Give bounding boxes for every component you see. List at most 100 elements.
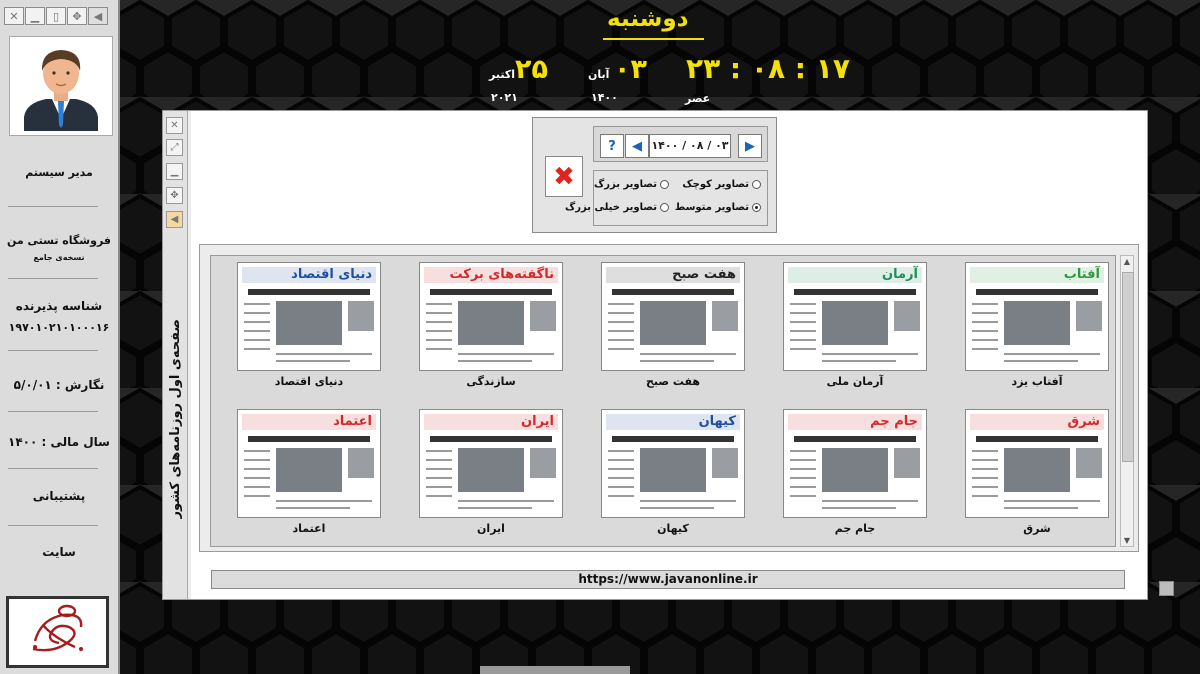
text-line: [972, 339, 998, 341]
site-link[interactable]: سایت: [0, 545, 118, 559]
headline-bar: [794, 436, 916, 442]
text-line: [608, 330, 634, 332]
text-line: [276, 500, 372, 502]
newspaper-card[interactable]: آرمان آرمان ملی: [783, 262, 927, 388]
radio-xlarge[interactable]: [660, 203, 669, 212]
newspaper-card[interactable]: آفتاب آفتاب یزد: [965, 262, 1109, 388]
newspaper-name: سازندگی: [466, 375, 516, 388]
newspaper-thumbnail[interactable]: ناگفته‌های برکت: [419, 262, 563, 371]
greg-year: ۲۰۲۱: [491, 91, 518, 104]
move-icon[interactable]: ✥: [67, 7, 87, 25]
newspaper-thumbnail[interactable]: شرق: [965, 409, 1109, 518]
scroll-thumb[interactable]: [1122, 272, 1134, 462]
scroll-down-icon[interactable]: ▼: [1121, 536, 1133, 545]
text-line: [822, 500, 918, 502]
next-day-button[interactable]: ▶: [738, 134, 762, 158]
masthead: کیهان: [698, 414, 736, 429]
text-line: [790, 312, 816, 314]
play-icon[interactable]: ◀: [88, 7, 108, 25]
text-line: [244, 450, 270, 452]
radio-large[interactable]: [660, 180, 669, 189]
text-line: [790, 339, 816, 341]
newspaper-card[interactable]: اعتماد اعتماد: [237, 409, 381, 535]
move-icon[interactable]: ✥: [166, 187, 183, 204]
text-line: [426, 486, 452, 488]
receiver-id: ۱۹۷۰۱۰۲۱۰۱۰۰۰۱۶: [8, 321, 110, 334]
newspaper-name: کیهان: [657, 522, 689, 535]
maximize-icon[interactable]: ⤢: [166, 139, 183, 156]
close-icon[interactable]: ✕: [166, 117, 183, 134]
headline-bar: [794, 289, 916, 295]
text-line: [426, 330, 452, 332]
newspaper-thumbnail[interactable]: آفتاب: [965, 262, 1109, 371]
support-link[interactable]: پشتیبانی: [0, 489, 118, 503]
headline-bar: [248, 436, 370, 442]
play-icon[interactable]: ◀: [166, 211, 183, 228]
newspaper-card[interactable]: کیهان کیهان: [601, 409, 745, 535]
minimize-icon[interactable]: ▁: [166, 163, 183, 180]
side-photo: [348, 301, 374, 331]
masthead: آرمان: [882, 267, 918, 282]
option-xlarge[interactable]: تصاویر خیلی بزرگ: [565, 202, 669, 213]
date-field[interactable]: ۱۴۰۰ / ۰۸ / ۰۳: [649, 134, 731, 158]
avatar[interactable]: [9, 36, 113, 136]
text-line: [972, 312, 998, 314]
newspaper-thumbnail[interactable]: ایران: [419, 409, 563, 518]
weekday-label: دوشنبه: [607, 6, 689, 32]
text-line: [790, 330, 816, 332]
newspaper-thumbnail[interactable]: هفت صبح: [601, 262, 745, 371]
newspaper-card[interactable]: شرق شرق: [965, 409, 1109, 535]
text-line: [608, 312, 634, 314]
option-xlarge-label: تصاویر خیلی بزرگ: [565, 202, 657, 213]
text-line: [426, 303, 452, 305]
front-page-photo: [276, 301, 342, 345]
option-large[interactable]: تصاویر بزرگ: [594, 179, 669, 190]
newspaper-card[interactable]: جام جم جام جم: [783, 409, 927, 535]
text-line: [972, 450, 998, 452]
newspaper-thumbnail[interactable]: کیهان: [601, 409, 745, 518]
minimize-icon[interactable]: ▁: [25, 7, 45, 25]
close-icon[interactable]: ✕: [4, 7, 24, 25]
newspaper-card[interactable]: ناگفته‌های برکت سازندگی: [419, 262, 563, 388]
newspaper-thumbnail[interactable]: آرمان: [783, 262, 927, 371]
option-small[interactable]: تصاویر کوچک: [682, 179, 761, 190]
text-line: [426, 477, 452, 479]
resize-grip-icon[interactable]: [1159, 581, 1174, 596]
newspaper-card[interactable]: ایران ایران: [419, 409, 563, 535]
front-page-photo: [640, 301, 706, 345]
close-x-icon: ✖: [553, 161, 575, 192]
masthead: آفتاب: [1063, 267, 1100, 282]
text-line: [822, 353, 918, 355]
text-line: [244, 468, 270, 470]
text-line: [608, 339, 634, 341]
text-line: [426, 450, 452, 452]
newspaper-card[interactable]: هفت صبح هفت صبح: [601, 262, 745, 388]
prev-day-button[interactable]: ◀: [625, 134, 649, 158]
image-size-options: تصاویر کوچک تصاویر بزرگ تصاویر متوسط تصا…: [565, 170, 768, 226]
radio-small[interactable]: [752, 180, 761, 189]
newspaper-thumbnail[interactable]: دنیای اقتصاد: [237, 262, 381, 371]
greg-month: اکتبر: [489, 68, 515, 81]
gallery-scrollbar[interactable]: ▲ ▼: [1120, 255, 1134, 547]
newspaper-thumbnail[interactable]: جام جم: [783, 409, 927, 518]
option-medium[interactable]: تصاویر متوسط: [675, 202, 761, 213]
help-button[interactable]: ?: [600, 134, 624, 158]
headline-bar: [612, 436, 734, 442]
content-panel: ✖ ? ◀ ۱۴۰۰ / ۰۸ / ۰۳ ▶ تصاویر کوچک تصاوی…: [191, 111, 1174, 599]
logo[interactable]: [6, 596, 109, 668]
source-url[interactable]: https://www.javanonline.ir: [211, 570, 1125, 589]
newspaper-card[interactable]: دنیای اقتصاد دنیای اقتصاد: [237, 262, 381, 388]
restore-icon[interactable]: ▯: [46, 7, 66, 25]
newspaper-thumbnail[interactable]: اعتماد: [237, 409, 381, 518]
front-page-photo: [640, 448, 706, 492]
scroll-up-icon[interactable]: ▲: [1121, 257, 1133, 266]
text-line: [608, 486, 634, 488]
date-navigator: ? ◀ ۱۴۰۰ / ۰۸ / ۰۳ ▶: [593, 126, 768, 162]
text-line: [972, 459, 998, 461]
newspaper-name: آفتاب یزد: [1011, 375, 1063, 388]
text-line: [276, 360, 350, 362]
close-button[interactable]: ✖: [545, 156, 583, 197]
radio-medium[interactable]: [752, 203, 761, 212]
text-line: [640, 500, 736, 502]
text-line: [972, 486, 998, 488]
